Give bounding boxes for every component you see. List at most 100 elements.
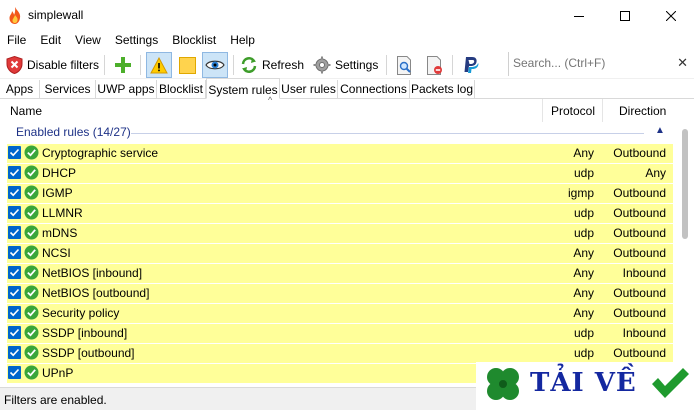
add-rule-button[interactable] — [112, 52, 134, 78]
table-row[interactable]: DHCP udp Any — [0, 163, 694, 183]
donate-button[interactable] — [460, 52, 482, 78]
tab-packets-log[interactable]: Packets log — [410, 80, 475, 99]
window-title: simplewall — [28, 8, 84, 22]
tab-services[interactable]: Services — [40, 80, 96, 99]
menu-help[interactable]: Help — [223, 31, 262, 51]
table-row[interactable]: mDNS udp Outbound — [0, 223, 694, 243]
tab-strip: Apps Services UWP apps Blocklist System … — [0, 78, 694, 99]
allow-check-icon — [24, 165, 39, 180]
close-icon — [666, 10, 676, 21]
table-row[interactable]: SSDP [outbound] udp Outbound — [0, 343, 694, 363]
rule-direction: Outbound — [613, 246, 666, 260]
maximize-icon — [620, 10, 630, 21]
rule-name: SSDP [outbound] — [42, 346, 135, 360]
refresh-label: Refresh — [262, 58, 305, 72]
tab-connections[interactable]: Connections — [338, 80, 410, 99]
vertical-scrollbar[interactable] — [676, 99, 694, 387]
refresh-icon — [241, 57, 257, 73]
watermark: TẢI VỀ — [476, 362, 694, 410]
tab-uwp-apps[interactable]: UWP apps — [96, 80, 157, 99]
checkmark-icon — [9, 268, 20, 277]
menu-file[interactable]: File — [0, 31, 33, 51]
clear-search-icon[interactable]: ✕ — [677, 55, 688, 71]
refresh-button[interactable]: Refresh — [240, 52, 304, 78]
allow-check-icon — [24, 185, 39, 200]
table-row[interactable]: SSDP [inbound] udp Inbound — [0, 323, 694, 343]
view-toggle-button[interactable] — [202, 52, 228, 78]
menu-edit[interactable]: Edit — [33, 31, 68, 51]
checkmark-icon — [9, 248, 20, 257]
tab-user-rules[interactable]: User rules — [280, 80, 338, 99]
column-header: ^ Name Protocol Direction — [0, 95, 694, 122]
table-row[interactable]: NetBIOS [outbound] Any Outbound — [0, 283, 694, 303]
rule-checkbox[interactable] — [8, 206, 21, 219]
column-direction[interactable]: Direction — [619, 99, 666, 122]
table-row[interactable]: IGMP igmp Outbound — [0, 183, 694, 203]
rule-checkbox[interactable] — [8, 166, 21, 179]
rule-checkbox[interactable] — [8, 306, 21, 319]
table-row[interactable]: LLMNR udp Outbound — [0, 203, 694, 223]
settings-label: Settings — [335, 58, 379, 72]
clear-log-button[interactable] — [424, 52, 446, 78]
rule-protocol: udp — [573, 346, 594, 360]
menu-blocklist[interactable]: Blocklist — [165, 31, 223, 51]
checkmark-icon — [9, 368, 20, 377]
table-row[interactable]: Cryptographic service Any Outbound — [0, 143, 694, 163]
title-bar: simplewall — [0, 0, 694, 31]
rule-checkbox[interactable] — [8, 226, 21, 239]
scroll-thumb[interactable] — [682, 129, 688, 239]
tab-apps[interactable]: Apps — [0, 80, 40, 99]
rule-checkbox[interactable] — [8, 286, 21, 299]
note-icon — [178, 56, 196, 74]
allow-check-icon — [24, 265, 39, 280]
rule-direction: Inbound — [622, 326, 666, 340]
rule-name: Security policy — [42, 306, 120, 320]
rule-checkbox[interactable] — [8, 186, 21, 199]
allow-check-icon — [24, 345, 39, 360]
rule-checkbox[interactable] — [8, 326, 21, 339]
rule-checkbox[interactable] — [8, 346, 21, 359]
column-divider[interactable] — [542, 99, 543, 122]
find-log-button[interactable] — [394, 52, 416, 78]
settings-button[interactable]: Settings — [313, 52, 378, 78]
rule-protocol: Any — [573, 266, 594, 280]
toolbar: Disable filters Refresh Settings Search.… — [0, 51, 694, 79]
allow-check-icon — [24, 245, 39, 260]
tab-blocklist[interactable]: Blocklist — [157, 80, 206, 99]
rule-protocol: Any — [573, 146, 594, 160]
rule-checkbox[interactable] — [8, 366, 21, 379]
column-divider[interactable] — [602, 99, 603, 122]
paypal-icon — [464, 57, 479, 73]
rule-direction: Outbound — [613, 346, 666, 360]
document-search-icon — [397, 55, 411, 75]
table-row[interactable]: NetBIOS [inbound] Any Inbound — [0, 263, 694, 283]
group-divider — [131, 133, 644, 134]
notifications-toggle-button[interactable] — [146, 52, 172, 78]
rows-container: Cryptographic service Any Outbound DHCP udp A… — [0, 143, 694, 383]
menu-settings[interactable]: Settings — [108, 31, 165, 51]
minimize-button[interactable] — [556, 0, 602, 31]
log-toggle-button[interactable] — [175, 52, 199, 78]
rule-name: mDNS — [42, 226, 78, 240]
table-row[interactable]: Security policy Any Outbound — [0, 303, 694, 323]
group-header[interactable]: Enabled rules (14/27) ▲ — [0, 122, 694, 142]
rule-protocol: udp — [573, 166, 594, 180]
disable-filters-button[interactable]: Disable filters — [6, 52, 99, 78]
column-name[interactable]: Name — [10, 99, 42, 122]
checkmark-icon — [9, 228, 20, 237]
allow-check-icon — [24, 285, 39, 300]
column-protocol[interactable]: Protocol — [551, 99, 595, 122]
checkmark-icon — [9, 308, 20, 317]
rule-direction: Outbound — [613, 306, 666, 320]
table-row[interactable]: NCSI Any Outbound — [0, 243, 694, 263]
rule-checkbox[interactable] — [8, 266, 21, 279]
checkmark-icon — [9, 328, 20, 337]
menu-view[interactable]: View — [68, 31, 108, 51]
rule-checkbox[interactable] — [8, 246, 21, 259]
close-button[interactable] — [648, 0, 694, 31]
maximize-button[interactable] — [602, 0, 648, 31]
search-input[interactable] — [509, 52, 669, 74]
rules-list: ^ Name Protocol Direction Enabled rules … — [0, 95, 694, 387]
rule-checkbox[interactable] — [8, 146, 21, 159]
collapse-icon[interactable]: ▲ — [655, 125, 665, 136]
